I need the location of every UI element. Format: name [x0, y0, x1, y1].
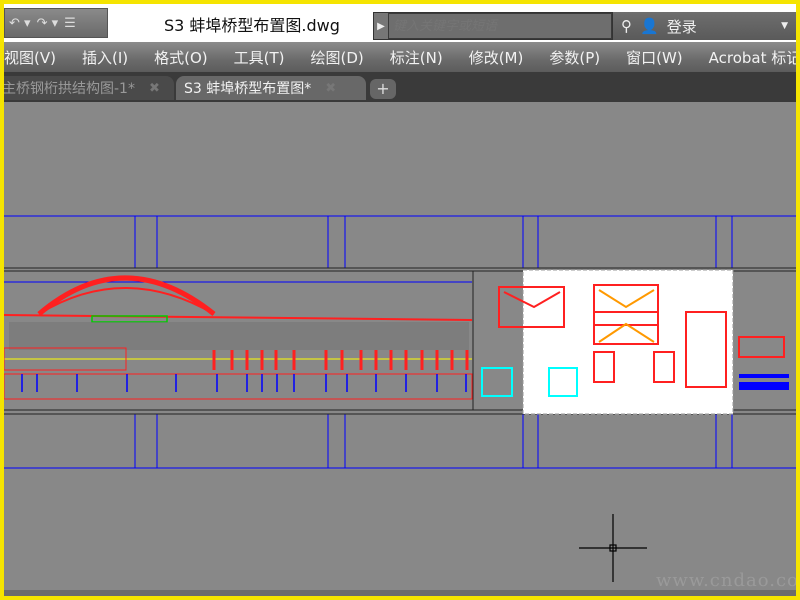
- chevron-down-icon[interactable]: ▼: [781, 21, 788, 31]
- user-icon: 👤: [640, 17, 659, 35]
- tab-arch-structure[interactable]: 主桥钢桁拱结构图-1* ✖: [4, 76, 174, 100]
- search-box: ▶: [373, 12, 613, 40]
- menu-format[interactable]: 格式(O): [154, 47, 208, 68]
- menu-acrobat[interactable]: Acrobat 标记: [709, 47, 796, 68]
- menu-window[interactable]: 窗口(W): [626, 47, 683, 68]
- menu-parameters[interactable]: 参数(P): [549, 47, 600, 68]
- user-area: ⚲ 👤 登录 ▼: [613, 12, 796, 40]
- app-window: ↶ ▾ ↷ ▾ ☰ S3 蚌埠桥型布置图.dwg ▶ ⚲ 👤 登录 ▼ 视图(V…: [4, 4, 796, 596]
- menu-bar: 视图(V) 插入(I) 格式(O) 工具(T) 绘图(D) 标注(N) 修改(M…: [4, 42, 796, 72]
- undo-icon[interactable]: ↶ ▾: [9, 16, 31, 31]
- status-strip: [4, 590, 796, 596]
- new-tab-icon[interactable]: +: [370, 79, 396, 99]
- redo-icon[interactable]: ↷ ▾: [37, 16, 59, 31]
- drawing-svg: [4, 215, 796, 582]
- drawing-canvas[interactable]: www.cndao.com: [4, 102, 796, 592]
- document-tabs: 主桥钢桁拱结构图-1* ✖ S3 蚌埠桥型布置图* ✖ +: [4, 72, 796, 102]
- bridge-elevation: [4, 275, 473, 400]
- document-title: S3 蚌埠桥型布置图.dwg: [164, 16, 340, 35]
- close-icon[interactable]: ✖: [149, 81, 160, 96]
- close-icon[interactable]: ✖: [325, 81, 336, 96]
- menu-dimension[interactable]: 标注(N): [390, 47, 443, 68]
- menu-view[interactable]: 视图(V): [4, 47, 56, 68]
- title-bar: ↶ ▾ ↷ ▾ ☰ S3 蚌埠桥型布置图.dwg ▶ ⚲ 👤 登录 ▼: [4, 4, 796, 42]
- tab-bridge-layout[interactable]: S3 蚌埠桥型布置图* ✖: [176, 76, 366, 100]
- menu-modify[interactable]: 修改(M): [469, 47, 524, 68]
- tab-label: 主桥钢桁拱结构图-1*: [4, 81, 135, 97]
- search-expand-icon[interactable]: ▶: [374, 13, 388, 39]
- login-button[interactable]: 登录: [667, 16, 697, 37]
- crosshair-cursor-icon: [579, 514, 647, 582]
- binoculars-icon[interactable]: ⚲: [621, 17, 632, 35]
- plot-window: [522, 269, 734, 415]
- qat-dropdown-icon[interactable]: ☰: [64, 16, 76, 31]
- menu-tools[interactable]: 工具(T): [234, 47, 285, 68]
- quick-access-toolbar: ↶ ▾ ↷ ▾ ☰: [4, 8, 108, 38]
- watermark: www.cndao.com: [656, 570, 796, 591]
- tab-label: S3 蚌埠桥型布置图*: [184, 81, 312, 97]
- menu-insert[interactable]: 插入(I): [82, 47, 128, 68]
- title-block: [739, 374, 789, 390]
- menu-draw[interactable]: 绘图(D): [311, 47, 364, 68]
- search-input[interactable]: [388, 13, 612, 39]
